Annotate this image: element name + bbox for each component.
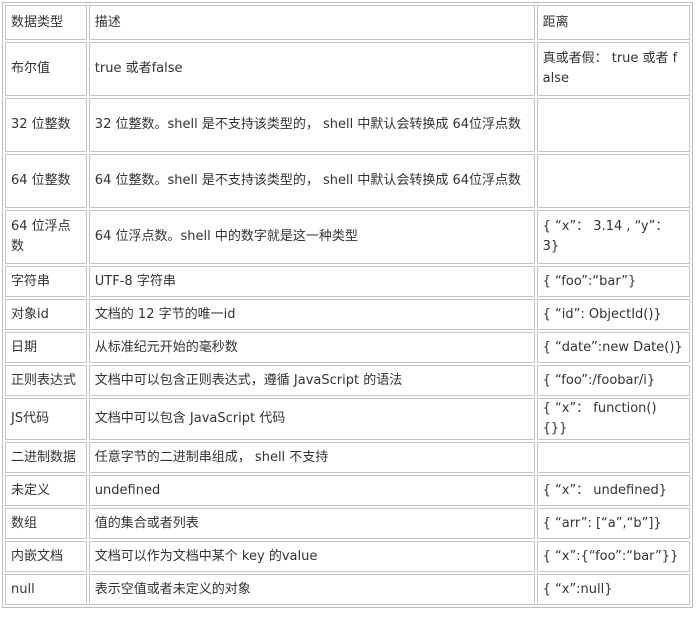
example-cell: { “id”: ObjectId()} (536, 299, 690, 330)
type-cell: 未定义 (5, 475, 87, 506)
description-cell: 表示空值或者未定义的对象 (88, 574, 535, 605)
example-cell: { “x”： function() {}} (536, 398, 690, 440)
type-cell: 64 位浮点数 (5, 210, 87, 264)
example-cell: { “foo”:“bar”} (536, 266, 690, 297)
type-cell: 日期 (5, 332, 87, 363)
example-cell: { “x”:{“foo”:“bar”}} (536, 541, 690, 572)
table-row: 数组 值的集合或者列表 { “arr”: [“a”,“b”]} (5, 508, 690, 539)
type-cell: 32 位整数 (5, 98, 87, 152)
table-row: 二进制数据 任意字节的二进制串组成， shell 不支持 (5, 442, 690, 473)
table-row: 字符串 UTF-8 字符串 { “foo”:“bar”} (5, 266, 690, 297)
type-cell: 对象id (5, 299, 87, 330)
table-row: 64 位整数 64 位整数。shell 是不支持该类型的， shell 中默认会… (5, 154, 690, 208)
description-cell: 文档可以作为文档中某个 key 的value (88, 541, 535, 572)
description-cell: 任意字节的二进制串组成， shell 不支持 (88, 442, 535, 473)
example-cell: { “x”:null} (536, 574, 690, 605)
description-cell: 值的集合或者列表 (88, 508, 535, 539)
example-cell (536, 98, 690, 152)
table-row: 日期 从标准纪元开始的毫秒数 { “date”:new Date()} (5, 332, 690, 363)
description-cell: undefined (88, 475, 535, 506)
example-cell (536, 154, 690, 208)
type-cell: 64 位整数 (5, 154, 87, 208)
example-cell: { “x”： 3.14 , “y”： 3} (536, 210, 690, 264)
example-cell: 真或者假： true 或者 false (536, 42, 690, 96)
page: 数据类型 描述 距离 布尔值 true 或者false 真或者假： true 或… (0, 0, 694, 634)
example-cell: { “date”:new Date()} (536, 332, 690, 363)
table-row: 布尔值 true 或者false 真或者假： true 或者 false (5, 42, 690, 96)
description-cell: 32 位整数。shell 是不支持该类型的， shell 中默认会转换成 64位… (88, 98, 535, 152)
description-cell: UTF-8 字符串 (88, 266, 535, 297)
type-cell: 正则表达式 (5, 365, 87, 396)
description-cell: 文档中可以包含正则表达式，遵循 JavaScript 的语法 (88, 365, 535, 396)
description-cell: 文档中可以包含 JavaScript 代码 (88, 398, 535, 440)
type-cell: null (5, 574, 87, 605)
type-cell: 布尔值 (5, 42, 87, 96)
table-row: 正则表达式 文档中可以包含正则表达式，遵循 JavaScript 的语法 { “… (5, 365, 690, 396)
type-cell: 内嵌文档 (5, 541, 87, 572)
example-cell: { “foo”:/foobar/i} (536, 365, 690, 396)
description-cell: 从标准纪元开始的毫秒数 (88, 332, 535, 363)
type-cell: 字符串 (5, 266, 87, 297)
type-cell: JS代码 (5, 398, 87, 440)
type-cell: 二进制数据 (5, 442, 87, 473)
table-header-row: 数据类型 描述 距离 (5, 5, 690, 40)
table-row: 32 位整数 32 位整数。shell 是不支持该类型的， shell 中默认会… (5, 98, 690, 152)
description-cell: 文档的 12 字节的唯一id (88, 299, 535, 330)
header-cell-example: 距离 (536, 5, 690, 40)
data-types-table: 数据类型 描述 距离 布尔值 true 或者false 真或者假： true 或… (2, 2, 693, 608)
table-row: JS代码 文档中可以包含 JavaScript 代码 { “x”： functi… (5, 398, 690, 440)
table-row: 内嵌文档 文档可以作为文档中某个 key 的value { “x”:{“foo”… (5, 541, 690, 572)
header-cell-type: 数据类型 (5, 5, 87, 40)
example-cell: { “x”： undefined} (536, 475, 690, 506)
type-cell: 数组 (5, 508, 87, 539)
description-cell: 64 位浮点数。shell 中的数字就是这一种类型 (88, 210, 535, 264)
description-cell: true 或者false (88, 42, 535, 96)
table-row: 64 位浮点数 64 位浮点数。shell 中的数字就是这一种类型 { “x”：… (5, 210, 690, 264)
header-cell-description: 描述 (88, 5, 535, 40)
example-cell: { “arr”: [“a”,“b”]} (536, 508, 690, 539)
table-row: 对象id 文档的 12 字节的唯一id { “id”: ObjectId()} (5, 299, 690, 330)
table-row: 未定义 undefined { “x”： undefined} (5, 475, 690, 506)
example-cell (536, 442, 690, 473)
description-cell: 64 位整数。shell 是不支持该类型的， shell 中默认会转换成 64位… (88, 154, 535, 208)
table-row: null 表示空值或者未定义的对象 { “x”:null} (5, 574, 690, 605)
